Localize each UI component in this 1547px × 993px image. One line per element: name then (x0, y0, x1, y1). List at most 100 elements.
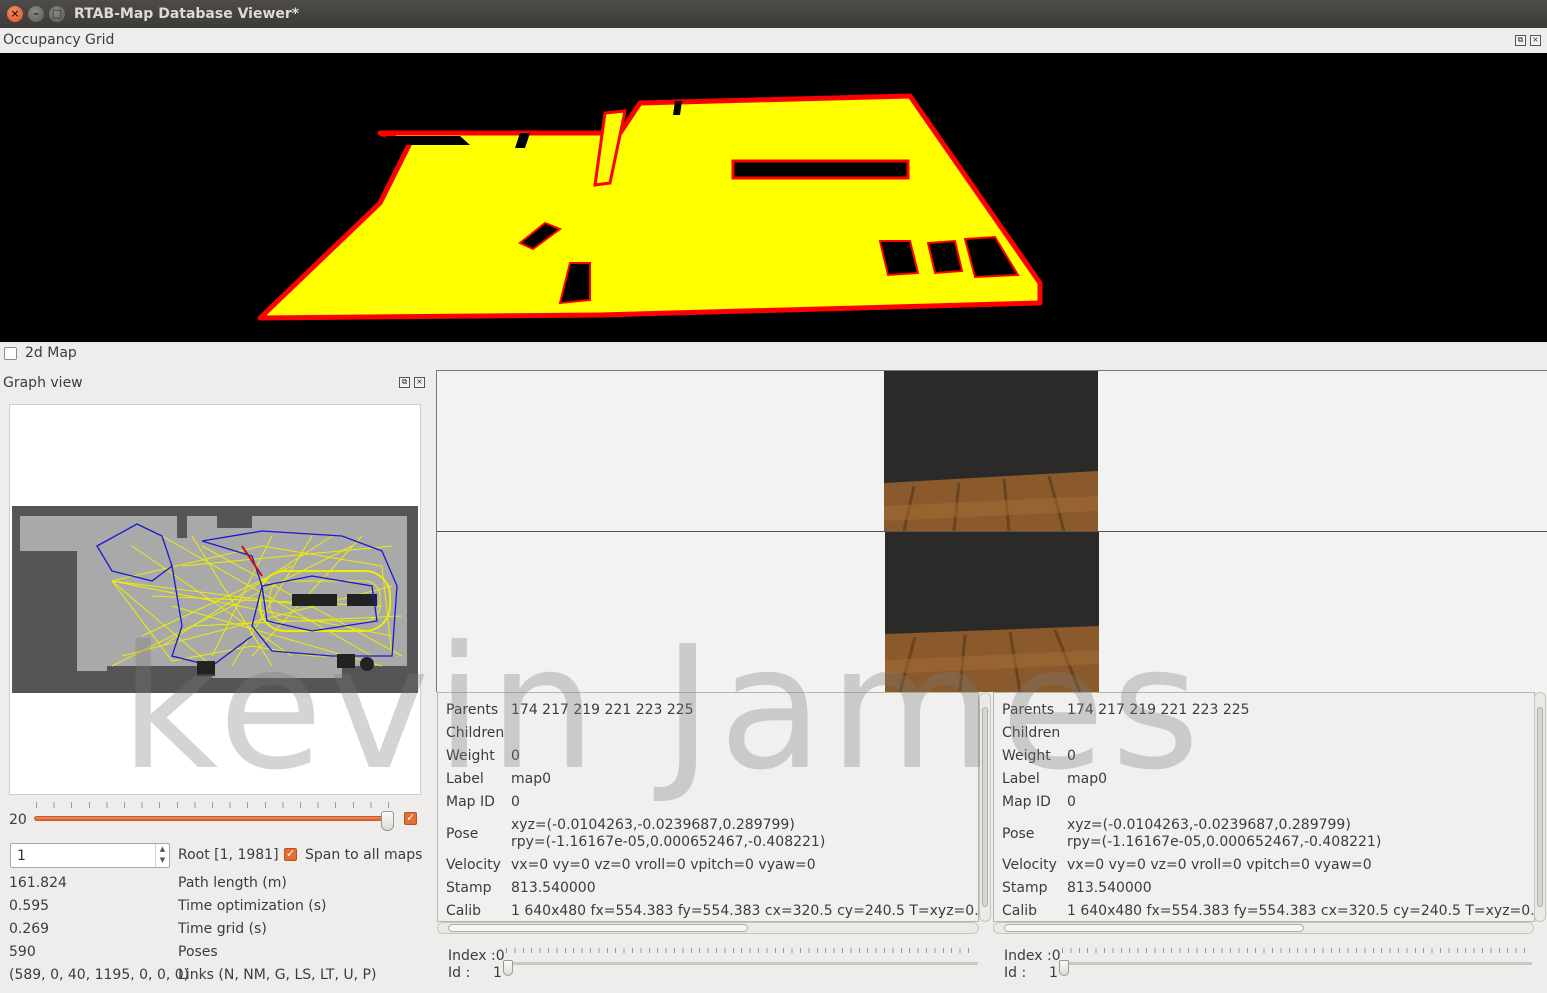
occupancy-grid-title: Occupancy Grid (3, 32, 115, 48)
left-hscroll-handle[interactable] (448, 924, 748, 932)
graph-view-title: Graph view (3, 375, 83, 391)
root-label: Root [1, 1981] (178, 847, 279, 863)
calib-label: Calib (1002, 903, 1038, 919)
graph-slider-handle[interactable] (381, 811, 394, 831)
mapid-value: 0 (511, 794, 520, 810)
pose-xyz-value: xyz=(-0.0104263,-0.0239687,0.289799) (511, 817, 795, 833)
right-node-info: Parents 174 217 219 221 223 225 Children… (993, 692, 1535, 922)
stat-label: Time grid (s) (178, 921, 267, 937)
pose-label: Pose (446, 826, 479, 842)
parents-label: Parents (1002, 702, 1055, 718)
label-value: map0 (1067, 771, 1108, 787)
right-camera-image[interactable] (885, 532, 1099, 692)
root-spinbox-value: 1 (17, 848, 26, 864)
image-view-area[interactable] (436, 370, 1547, 692)
stat-label: Path length (m) (178, 875, 287, 891)
window-title: RTAB-Map Database Viewer* (74, 6, 300, 22)
left-floor-render (884, 371, 1098, 531)
right-id-value: 1 (1049, 965, 1058, 981)
left-info-vscroll[interactable] (979, 692, 991, 922)
weight-value: 0 (511, 748, 520, 764)
left-index-slider[interactable] (506, 962, 978, 965)
pose-rpy-value: rpy=(-1.16167e-05,0.000652467,-0.408221) (1067, 834, 1382, 850)
span-all-maps-label: Span to all maps (305, 847, 423, 863)
pose-rpy-value: rpy=(-1.16167e-05,0.000652467,-0.408221) (511, 834, 826, 850)
stat-value: 590 (9, 944, 36, 960)
stamp-label: Stamp (446, 880, 492, 896)
children-label: Children (1002, 725, 1061, 741)
minimize-window-button[interactable]: – (28, 6, 44, 22)
calib-label: Calib (446, 903, 482, 919)
children-label: Children (446, 725, 505, 741)
2d-map-label: 2d Map (25, 345, 77, 361)
velocity-label: Velocity (446, 857, 501, 873)
window-titlebar: × – □ RTAB-Map Database Viewer* (0, 0, 1547, 28)
stat-label: Links (N, NM, G, LS, LT, U, P) (178, 967, 377, 983)
left-node-info: Parents 174 217 219 221 223 225 Children… (437, 692, 979, 922)
weight-label: Weight (1002, 748, 1051, 764)
weight-label: Weight (446, 748, 495, 764)
pose-label: Pose (1002, 826, 1035, 842)
stat-label: Poses (178, 944, 218, 960)
velocity-value: vx=0 vy=0 vz=0 vroll=0 vpitch=0 vyaw=0 (511, 857, 816, 873)
label-label: Label (446, 771, 484, 787)
mapid-label: Map ID (1002, 794, 1051, 810)
right-info-hscroll[interactable] (993, 922, 1534, 934)
left-id-label: Id : (448, 965, 471, 981)
close-dock-icon[interactable]: × (1530, 35, 1541, 46)
occupancy-grid-view[interactable] (0, 53, 1547, 342)
right-vscroll-handle[interactable] (1537, 707, 1543, 907)
span-all-maps-checkbox[interactable] (284, 847, 297, 861)
graph-map-render (12, 506, 418, 693)
left-index-label: Index :0 (448, 948, 505, 964)
stat-value: 0.595 (9, 898, 50, 914)
stamp-value: 813.540000 (1067, 880, 1152, 896)
stat-value: 0.269 (9, 921, 50, 937)
left-info-hscroll[interactable] (437, 922, 979, 934)
graph-view-canvas[interactable] (9, 404, 421, 795)
parents-value: 174 217 219 221 223 225 (511, 702, 694, 718)
mapid-label: Map ID (446, 794, 495, 810)
left-index-slider-handle[interactable] (503, 960, 513, 976)
stamp-value: 813.540000 (511, 880, 596, 896)
float-dock-icon[interactable]: ⧉ (1515, 35, 1526, 46)
right-index-label: Index :0 (1004, 948, 1061, 964)
spinbox-arrows[interactable]: ▲ ▼ (155, 844, 169, 867)
graph-dock-buttons: ⧉ × (399, 377, 425, 388)
close-window-button[interactable]: × (7, 6, 23, 22)
mapid-value: 0 (1067, 794, 1076, 810)
left-vscroll-handle[interactable] (982, 707, 988, 907)
stat-value: 161.824 (9, 875, 67, 891)
parents-value: 174 217 219 221 223 225 (1067, 702, 1250, 718)
left-camera-image[interactable] (884, 371, 1098, 531)
left-id-value: 1 (493, 965, 502, 981)
occupancy-grid-render (257, 93, 1043, 321)
stat-label: Time optimization (s) (178, 898, 327, 914)
root-spinbox[interactable]: 1 ▲ ▼ (10, 843, 170, 868)
calib-value: 1 640x480 fx=554.383 fy=554.383 cx=320.5… (1067, 903, 1535, 919)
velocity-label: Velocity (1002, 857, 1057, 873)
label-value: map0 (511, 771, 552, 787)
close-dock-icon[interactable]: × (414, 377, 425, 388)
pose-xyz-value: xyz=(-0.0104263,-0.0239687,0.289799) (1067, 817, 1351, 833)
stat-value: (589, 0, 40, 1195, 0, 0, 0) (9, 967, 190, 983)
parents-label: Parents (446, 702, 499, 718)
index-label-text: Index : (1004, 948, 1052, 964)
right-index-slider-ticks (1062, 948, 1532, 953)
stamp-label: Stamp (1002, 880, 1048, 896)
float-dock-icon[interactable]: ⧉ (399, 377, 410, 388)
maximize-window-button[interactable]: □ (49, 6, 65, 22)
graph-slider-checkbox[interactable] (404, 811, 417, 825)
calib-value: 1 640x480 fx=554.383 fy=554.383 cx=320.5… (511, 903, 979, 919)
right-id-label: Id : (1004, 965, 1027, 981)
left-index-slider-ticks (506, 948, 976, 953)
2d-map-checkbox[interactable] (4, 347, 17, 360)
right-info-vscroll[interactable] (1534, 692, 1546, 922)
graph-slider-ticks (36, 802, 390, 808)
right-index-slider[interactable] (1062, 962, 1532, 965)
graph-slider-value: 20 (9, 812, 27, 828)
right-hscroll-handle[interactable] (1004, 924, 1304, 932)
right-index-slider-handle[interactable] (1059, 960, 1069, 976)
index-label-text: Index : (448, 948, 496, 964)
graph-slider-track[interactable] (34, 816, 392, 821)
